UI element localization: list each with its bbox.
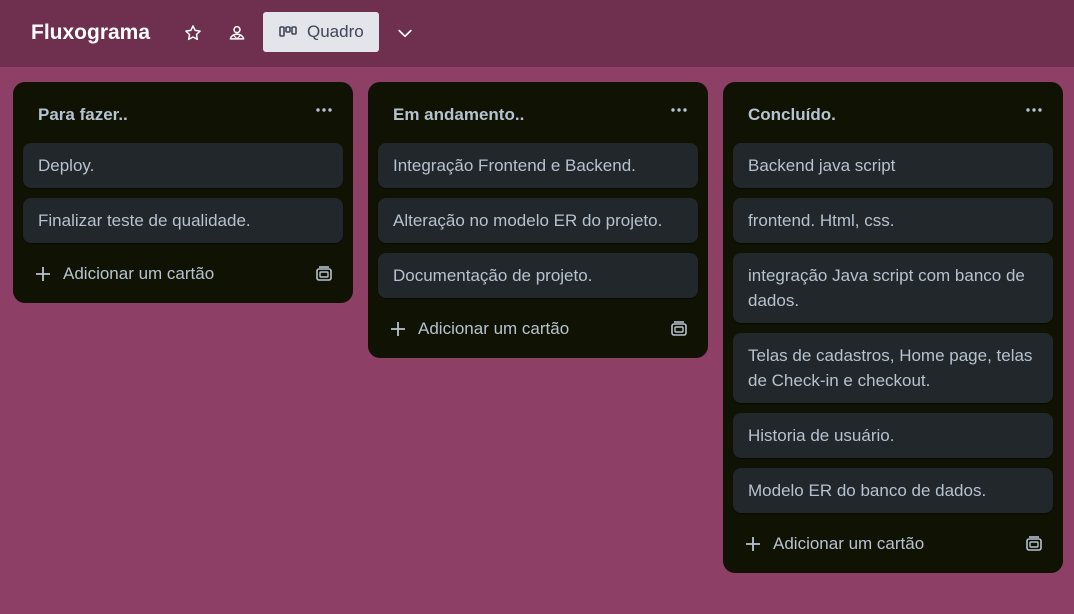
card[interactable]: Deploy. (23, 143, 343, 188)
add-card-button[interactable]: Adicionar um cartão (13, 250, 353, 303)
chevron-down-icon (398, 29, 412, 38)
card[interactable]: frontend. Html, css. (733, 198, 1053, 243)
card[interactable]: Telas de cadastros, Home page, telas de … (733, 333, 1053, 403)
card-template-icon[interactable] (1025, 535, 1043, 553)
board-view-button[interactable]: Quadro (263, 12, 379, 52)
list-header: Em andamento.. (368, 82, 708, 143)
card[interactable]: Integração Frontend e Backend. (378, 143, 698, 188)
more-icon (1026, 108, 1042, 112)
card[interactable]: Alteração no modelo ER do projeto. (378, 198, 698, 243)
card[interactable]: Modelo ER do banco de dados. (733, 468, 1053, 513)
add-card-label: Adicionar um cartão (63, 264, 215, 283)
more-icon (671, 108, 687, 112)
list-title[interactable]: Concluído. (748, 105, 836, 125)
plus-icon (746, 537, 760, 551)
plus-icon (36, 267, 50, 281)
list-title[interactable]: Para fazer.. (38, 105, 128, 125)
list-em-andamento: Em andamento.. Integração Frontend e Bac… (368, 82, 708, 358)
board-header: Fluxograma Quadro (0, 0, 1074, 67)
list-title[interactable]: Em andamento.. (393, 105, 524, 125)
card[interactable]: Finalizar teste de qualidade. (23, 198, 343, 243)
members-button[interactable] (223, 19, 251, 47)
card-template-icon[interactable] (315, 265, 333, 283)
list-header: Para fazer.. (13, 82, 353, 143)
list-para-fazer: Para fazer.. Deploy. Finalizar teste de … (13, 82, 353, 303)
add-card-label: Adicionar um cartão (773, 534, 925, 553)
card[interactable]: Backend java script (733, 143, 1053, 188)
plus-icon (391, 322, 405, 336)
views-dropdown-button[interactable] (391, 19, 419, 47)
board-title[interactable]: Fluxograma (31, 21, 150, 45)
board-view-label: Quadro (307, 22, 364, 41)
list-menu-button[interactable] (669, 100, 689, 120)
card-template-icon[interactable] (670, 320, 688, 338)
add-card-button[interactable]: Adicionar um cartão (368, 305, 708, 358)
members-icon (229, 25, 245, 40)
card[interactable]: Historia de usuário. (733, 413, 1053, 458)
add-card-button[interactable]: Adicionar um cartão (723, 520, 1063, 573)
star-icon (185, 25, 201, 41)
more-icon (316, 108, 332, 112)
star-button[interactable] (179, 19, 207, 47)
list-header: Concluído. (723, 82, 1063, 143)
list-concluido: Concluído. Backend java script frontend.… (723, 82, 1063, 573)
list-menu-button[interactable] (1024, 100, 1044, 120)
board-view-icon (279, 26, 297, 37)
list-menu-button[interactable] (314, 100, 334, 120)
add-card-label: Adicionar um cartão (418, 319, 570, 338)
card[interactable]: Documentação de projeto. (378, 253, 698, 298)
card[interactable]: integração Java script com banco de dado… (733, 253, 1053, 323)
